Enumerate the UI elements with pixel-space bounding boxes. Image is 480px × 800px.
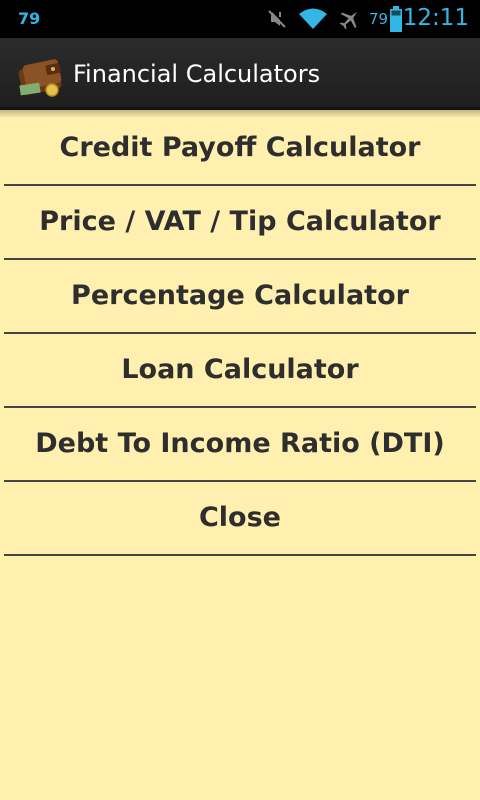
battery-percent: 79	[368, 10, 388, 28]
wallet-icon[interactable]	[18, 50, 66, 98]
menu-item-label: Debt To Income Ratio (DTI)	[35, 428, 445, 459]
menu-item-label: Close	[198, 502, 281, 533]
calculator-menu: Credit Payoff Calculator Price / VAT / T…	[0, 112, 480, 556]
menu-item-label: Credit Payoff Calculator	[59, 132, 421, 163]
app-title: Financial Calculators	[73, 60, 321, 88]
status-bar: 79 79 12:11	[0, 0, 480, 38]
credit-payoff-calculator-button[interactable]: Credit Payoff Calculator	[0, 112, 480, 186]
mute-icon	[268, 10, 286, 28]
loan-calculator-button[interactable]: Loan Calculator	[0, 334, 480, 408]
close-button[interactable]: Close	[0, 482, 480, 556]
divider	[4, 554, 476, 556]
percentage-calculator-button[interactable]: Percentage Calculator	[0, 260, 480, 334]
menu-item-label: Loan Calculator	[121, 354, 359, 385]
battery-icon	[390, 6, 402, 32]
airplane-icon	[339, 11, 358, 30]
price-vat-tip-calculator-button[interactable]: Price / VAT / Tip Calculator	[0, 186, 480, 260]
dti-ratio-button[interactable]: Debt To Income Ratio (DTI)	[0, 408, 480, 482]
notification-count: 79	[18, 9, 41, 28]
wifi-icon	[299, 8, 327, 29]
menu-item-label: Percentage Calculator	[71, 280, 409, 311]
menu-item-label: Price / VAT / Tip Calculator	[39, 206, 441, 237]
action-bar: Financial Calculators	[0, 38, 480, 110]
clock: 12:11	[402, 5, 469, 31]
